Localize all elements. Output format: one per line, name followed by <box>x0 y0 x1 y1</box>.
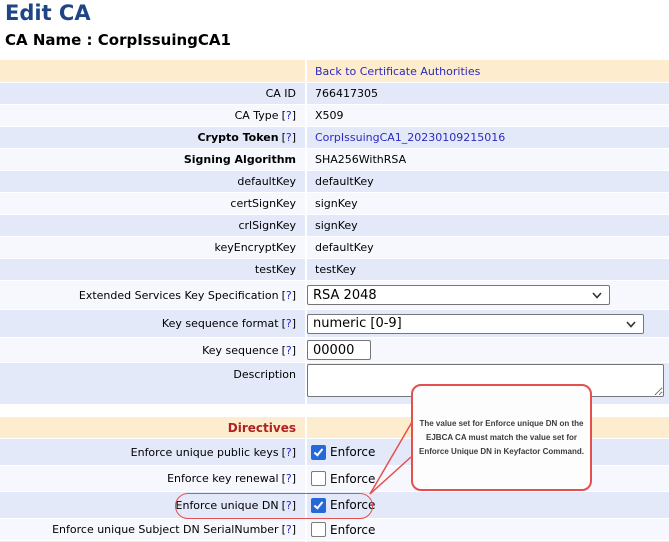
default-key-label: defaultKey <box>237 175 296 188</box>
signing-algorithm-label: Signing Algorithm <box>184 153 296 166</box>
ca-type-value: X509 <box>315 109 344 122</box>
row-ca-id: CA ID 766417305 <box>0 83 669 104</box>
default-key-value: defaultKey <box>315 175 374 188</box>
key-sequence-input[interactable] <box>307 340 371 360</box>
help-icon[interactable]: [?] <box>282 472 296 485</box>
help-icon[interactable]: [?] <box>282 109 296 122</box>
chevron-down-icon <box>592 292 602 299</box>
test-key-value: testKey <box>315 263 356 276</box>
table-header-row: Back to Certificate Authorities <box>0 60 669 82</box>
signing-algorithm-value: SHA256WithRSA <box>315 153 406 166</box>
crypto-token-link[interactable]: CorpIssuingCA1_20230109215016 <box>315 131 505 144</box>
help-icon[interactable]: [?] <box>282 446 296 459</box>
row-test-key: testKey testKey <box>0 259 669 280</box>
edit-ca-page: Edit CA CA Name : CorpIssuingCA1 Back to… <box>0 0 669 542</box>
row-key-encrypt-key: keyEncryptKey defaultKey <box>0 237 669 258</box>
callout-text-line: EJBCA CA must match the value set for <box>426 431 577 445</box>
ca-type-label: CA Type <box>235 109 279 122</box>
ca-id-value: 766417305 <box>315 87 378 100</box>
crl-sign-key-value: signKey <box>315 219 358 232</box>
page-title: Edit CA <box>5 1 91 25</box>
enforce-unique-subject-dn-serialnumber-checkbox[interactable] <box>311 522 326 537</box>
checkbox-label: Enforce <box>330 472 375 486</box>
ca-info-table: Back to Certificate Authorities CA ID 76… <box>0 60 669 405</box>
help-icon[interactable]: [?] <box>282 317 296 330</box>
row-enforce-unique-subject-dn-serialnumber: Enforce unique Subject DN SerialNumber [… <box>0 519 669 540</box>
row-crypto-token: Crypto Token [?] CorpIssuingCA1_20230109… <box>0 127 669 148</box>
key-encrypt-key-value: defaultKey <box>315 241 374 254</box>
extended-services-key-spec-select[interactable]: RSA 2048 <box>307 285 610 305</box>
enforce-unique-dn-checkbox[interactable] <box>311 498 326 513</box>
row-default-key: defaultKey defaultKey <box>0 171 669 192</box>
row-signing-algorithm: Signing Algorithm SHA256WithRSA <box>0 149 669 170</box>
crypto-token-label: Crypto Token <box>197 131 278 144</box>
checkbox-label: Enforce <box>330 445 375 459</box>
enforce-unique-public-keys-checkbox[interactable] <box>311 445 326 460</box>
directives-section-title: Directives <box>228 421 296 435</box>
help-icon[interactable]: [?] <box>282 523 296 536</box>
help-icon[interactable]: [?] <box>282 499 296 512</box>
enforce-unique-public-keys-label: Enforce unique public keys <box>131 446 279 459</box>
crl-sign-key-label: crlSignKey <box>238 219 296 232</box>
key-sequence-label: Key sequence <box>202 344 278 357</box>
row-key-sequence: Key sequence [?] <box>0 338 669 362</box>
cert-sign-key-label: certSignKey <box>230 197 296 210</box>
description-label: Description <box>233 368 296 381</box>
help-icon[interactable]: [?] <box>282 344 296 357</box>
row-cert-sign-key: certSignKey signKey <box>0 193 669 214</box>
checkbox-label: Enforce <box>330 523 375 537</box>
checkbox-label: Enforce <box>330 498 375 512</box>
row-ca-type: CA Type [?] X509 <box>0 105 669 126</box>
help-icon[interactable]: [?] <box>282 289 296 302</box>
chevron-down-icon <box>626 321 636 328</box>
extended-services-key-spec-label: Extended Services Key Specification <box>79 289 279 302</box>
enforce-key-renewal-label: Enforce key renewal <box>167 472 278 485</box>
enforce-key-renewal-checkbox[interactable] <box>311 471 326 486</box>
callout-text-line: Enforce Unique DN in Keyfactor Command. <box>419 445 584 459</box>
row-enforce-unique-dn: Enforce unique DN [?] Enforce <box>0 492 669 518</box>
row-key-sequence-format: Key sequence format [?] numeric [0-9] <box>0 310 669 337</box>
annotation-callout: The value set for Enforce unique DN on t… <box>411 384 592 491</box>
ca-id-label: CA ID <box>266 87 296 100</box>
cert-sign-key-value: signKey <box>315 197 358 210</box>
enforce-unique-dn-label: Enforce unique DN <box>176 499 279 512</box>
ca-name-heading: CA Name : CorpIssuingCA1 <box>5 31 231 49</box>
enforce-unique-subject-dn-serialnumber-label: Enforce unique Subject DN SerialNumber <box>52 523 278 536</box>
row-crl-sign-key: crlSignKey signKey <box>0 215 669 236</box>
test-key-label: testKey <box>255 263 296 276</box>
key-encrypt-key-label: keyEncryptKey <box>215 241 297 254</box>
row-extended-services-key-spec: Extended Services Key Specification [?] … <box>0 281 669 309</box>
back-to-certificate-authorities-link[interactable]: Back to Certificate Authorities <box>315 65 480 78</box>
key-sequence-format-label: Key sequence format <box>162 317 279 330</box>
callout-text-line: The value set for Enforce unique DN on t… <box>419 417 583 431</box>
key-sequence-format-select[interactable]: numeric [0-9] <box>307 314 644 334</box>
help-icon[interactable]: [?] <box>282 131 296 144</box>
